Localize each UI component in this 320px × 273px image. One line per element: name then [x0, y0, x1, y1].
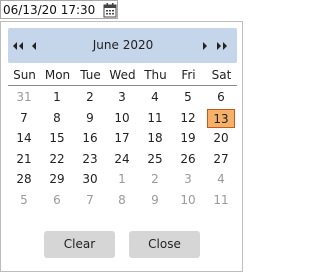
- day-cell[interactable]: 8: [43, 109, 71, 128]
- prev-month-icon[interactable]: [26, 28, 42, 63]
- day-cell[interactable]: 18: [141, 129, 169, 148]
- day-cell[interactable]: 5: [174, 88, 202, 107]
- day-cell[interactable]: 24: [108, 150, 136, 169]
- day-cell[interactable]: 4: [207, 170, 235, 189]
- weekday-header-row: Sun Mon Tue Wed Thu Fri Sat: [8, 67, 237, 86]
- day-cell[interactable]: 14: [10, 129, 38, 148]
- day-cell[interactable]: 3: [174, 170, 202, 189]
- weekday-sat: Sat: [211, 68, 232, 82]
- day-cell[interactable]: 26: [174, 150, 202, 169]
- datetime-field[interactable]: [0, 0, 118, 19]
- weekday-sun: Sun: [13, 68, 36, 82]
- close-button[interactable]: Close: [129, 231, 200, 258]
- day-cell[interactable]: 17: [108, 129, 136, 148]
- day-cell[interactable]: 20: [207, 129, 235, 148]
- day-cell[interactable]: 11: [207, 191, 235, 210]
- day-cell[interactable]: 12: [174, 109, 202, 128]
- day-cell[interactable]: 16: [76, 129, 104, 148]
- day-cell[interactable]: 2: [141, 170, 169, 189]
- day-cell[interactable]: 19: [174, 129, 202, 148]
- calendar-popup: June 2020 Sun Mon Tue Wed Thu Fri Sat 31 1 2 3 4 5 6…: [0, 21, 243, 272]
- datetime-input[interactable]: [1, 1, 101, 18]
- weekday-mon: Mon: [44, 68, 71, 82]
- calendar-header: June 2020: [8, 28, 237, 63]
- day-cell[interactable]: 10: [174, 191, 202, 210]
- clear-button[interactable]: Clear: [44, 231, 115, 258]
- day-cell[interactable]: 7: [76, 191, 104, 210]
- day-cell[interactable]: 4: [141, 88, 169, 107]
- month-year-label[interactable]: June 2020: [68, 28, 178, 63]
- weekday-thu: Thu: [144, 68, 167, 82]
- day-cell[interactable]: 27: [207, 150, 235, 169]
- day-cell[interactable]: 30: [76, 170, 104, 189]
- day-cell[interactable]: 1: [108, 170, 136, 189]
- next-month-icon[interactable]: [197, 28, 213, 63]
- day-cell[interactable]: 28: [10, 170, 38, 189]
- day-cell[interactable]: 22: [43, 150, 71, 169]
- day-cell[interactable]: 9: [76, 109, 104, 128]
- day-cell[interactable]: 5: [10, 191, 38, 210]
- day-cell[interactable]: 2: [76, 88, 104, 107]
- weekday-wed: Wed: [109, 68, 136, 82]
- day-cell[interactable]: 23: [76, 150, 104, 169]
- selected-day[interactable]: 13: [207, 108, 235, 128]
- day-cell[interactable]: 3: [108, 88, 136, 107]
- day-cell[interactable]: 8: [108, 191, 136, 210]
- weekday-fri: Fri: [181, 68, 196, 82]
- day-cell[interactable]: 10: [108, 109, 136, 128]
- day-cell[interactable]: 6: [207, 88, 235, 107]
- day-cell[interactable]: 21: [10, 150, 38, 169]
- day-cell[interactable]: 25: [141, 150, 169, 169]
- prev-year-icon[interactable]: [10, 28, 26, 63]
- calendar-icon[interactable]: [103, 2, 117, 18]
- day-cell[interactable]: 6: [43, 191, 71, 210]
- weekday-tue: Tue: [80, 68, 101, 82]
- day-cell[interactable]: 31: [10, 88, 38, 107]
- day-cell[interactable]: 15: [43, 129, 71, 148]
- day-cell[interactable]: 9: [141, 191, 169, 210]
- day-cell[interactable]: 29: [43, 170, 71, 189]
- next-year-icon[interactable]: [214, 28, 230, 63]
- day-cell[interactable]: 11: [141, 109, 169, 128]
- day-cell[interactable]: 7: [10, 109, 38, 128]
- day-cell[interactable]: 1: [43, 88, 71, 107]
